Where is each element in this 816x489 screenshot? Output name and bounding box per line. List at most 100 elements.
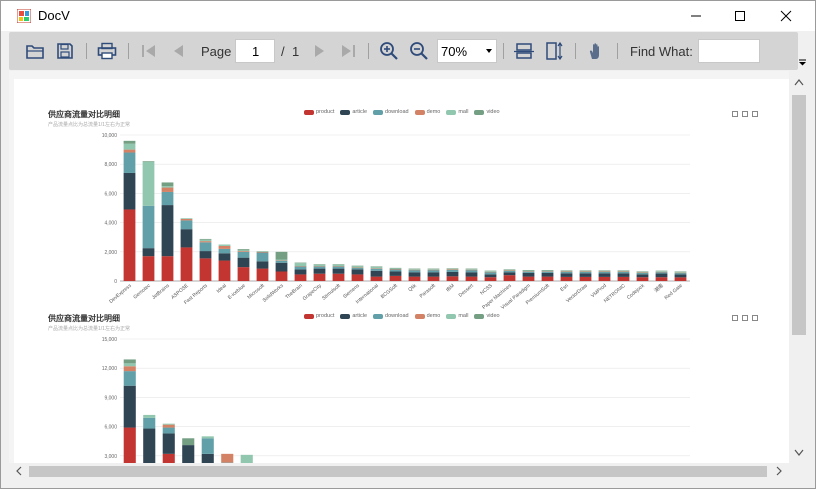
- bar-product: [427, 276, 440, 281]
- bar-download: [636, 272, 649, 275]
- bar-video: [598, 270, 611, 271]
- x-tick-label: NETRONIC: [603, 283, 627, 305]
- fit-width-button[interactable]: [512, 39, 536, 63]
- zoom-in-button[interactable]: [377, 39, 401, 63]
- first-page-button[interactable]: [137, 39, 161, 63]
- open-button[interactable]: [23, 39, 47, 63]
- bar-product: [560, 276, 573, 281]
- toolbar-separator: [368, 43, 369, 59]
- bar-article: [123, 172, 136, 210]
- legend-swatch: [304, 109, 314, 115]
- last-page-button[interactable]: [336, 39, 360, 63]
- bar-article: [370, 270, 383, 277]
- next-page-button[interactable]: [307, 39, 331, 63]
- bar-article: [427, 272, 440, 277]
- bar-demo: [161, 187, 174, 192]
- bar-article: [522, 272, 535, 277]
- legend-item-article[interactable]: article: [340, 313, 367, 319]
- toolbar-separator: [128, 43, 129, 59]
- bar-video: [465, 268, 478, 270]
- data-view-icon[interactable]: [742, 315, 748, 321]
- y-tick-label: 9,000: [104, 395, 117, 401]
- scroll-down-icon[interactable]: [794, 449, 804, 457]
- bar-download: [161, 191, 174, 206]
- bar-article: [313, 268, 326, 274]
- bar-article: [180, 229, 193, 248]
- legend-item-mall[interactable]: mall: [446, 313, 468, 319]
- bar-mall: [484, 271, 497, 272]
- bar-mall: [617, 270, 630, 272]
- bar-mall: [123, 363, 136, 367]
- save-button[interactable]: [53, 39, 77, 63]
- vertical-scrollbar[interactable]: [789, 71, 809, 463]
- save-image-icon[interactable]: [732, 111, 738, 117]
- scroll-right-icon[interactable]: [775, 466, 783, 476]
- legend-item-download[interactable]: download: [373, 313, 409, 319]
- find-input[interactable]: [698, 39, 760, 63]
- bar-download: [180, 220, 193, 230]
- data-view-icon[interactable]: [742, 111, 748, 117]
- bar-article: [294, 269, 307, 275]
- save-image-icon[interactable]: [732, 315, 738, 321]
- legend-item-product[interactable]: product: [304, 109, 334, 115]
- bar-demo: [484, 271, 497, 273]
- vertical-scroll-thumb[interactable]: [792, 95, 806, 335]
- bar-mall: [201, 436, 214, 439]
- y-tick-label: 3,000: [104, 454, 117, 460]
- bar-download: [655, 272, 668, 274]
- bar-demo: [123, 149, 136, 153]
- y-tick-label: 6,000: [104, 191, 117, 197]
- bar-article: [560, 273, 573, 277]
- legend-item-download[interactable]: download: [373, 109, 409, 115]
- legend-item-demo[interactable]: demo: [414, 109, 440, 115]
- bar-product: [218, 260, 231, 281]
- y-tick-label: 15,000: [102, 337, 118, 343]
- minimize-button[interactable]: [673, 1, 719, 31]
- close-button[interactable]: [763, 1, 809, 31]
- legend-item-article[interactable]: article: [340, 109, 367, 115]
- bar-download: [313, 266, 326, 269]
- bar-download: [123, 152, 136, 173]
- legend-item-video[interactable]: video: [474, 109, 500, 115]
- bar-mall: [313, 264, 326, 267]
- scroll-left-icon[interactable]: [15, 466, 23, 476]
- horizontal-scrollbar[interactable]: [9, 463, 789, 480]
- document-viewer[interactable]: 供应商流量对比明细 产品流量点比为总流量1/1左右为正常 product arti…: [9, 71, 809, 463]
- x-tick-label: E-iceblue: [227, 283, 247, 301]
- legend-item-product[interactable]: product: [304, 313, 334, 319]
- page-number-input[interactable]: 1: [235, 39, 275, 63]
- toolbar-overflow-button[interactable]: [798, 57, 808, 69]
- legend-item-mall[interactable]: mall: [446, 109, 468, 115]
- fit-page-icon: [546, 41, 563, 61]
- bar-product: [199, 258, 212, 281]
- legend-swatch: [446, 313, 457, 319]
- maximize-button[interactable]: [717, 1, 763, 31]
- bar-demo: [674, 272, 687, 274]
- find-label: Find What:: [630, 44, 693, 59]
- zoom-select[interactable]: 70%: [437, 39, 497, 63]
- fit-page-button[interactable]: [542, 39, 566, 63]
- restore-icon[interactable]: [752, 315, 758, 321]
- document-page: 供应商流量对比明细 产品流量点比为总流量1/1左右为正常 product arti…: [14, 79, 792, 463]
- scroll-up-icon[interactable]: [794, 78, 804, 86]
- bar-mall: [408, 269, 421, 270]
- legend-item-demo[interactable]: demo: [414, 313, 440, 319]
- bar-video: [408, 268, 421, 270]
- zoom-out-button[interactable]: [407, 39, 431, 63]
- horizontal-scroll-thumb[interactable]: [29, 466, 767, 477]
- restore-icon[interactable]: [752, 111, 758, 117]
- print-button[interactable]: [95, 39, 119, 63]
- bar-video: [522, 270, 535, 271]
- bar-product: [161, 256, 174, 281]
- legend-swatch: [373, 109, 384, 115]
- bar-download: [541, 271, 554, 273]
- legend-label: mall: [458, 109, 469, 115]
- bar-mall: [389, 268, 402, 270]
- pan-tool-button[interactable]: [584, 39, 608, 63]
- legend-item-video[interactable]: video: [474, 313, 500, 319]
- legend-swatch: [474, 109, 485, 115]
- chart-1: 0 2,000 4,000 6,000 8,000 10,000 DevExpress Gem…: [102, 133, 690, 311]
- legend-label: article: [352, 313, 368, 319]
- toolbar-separator: [503, 43, 504, 59]
- previous-page-button[interactable]: [167, 39, 191, 63]
